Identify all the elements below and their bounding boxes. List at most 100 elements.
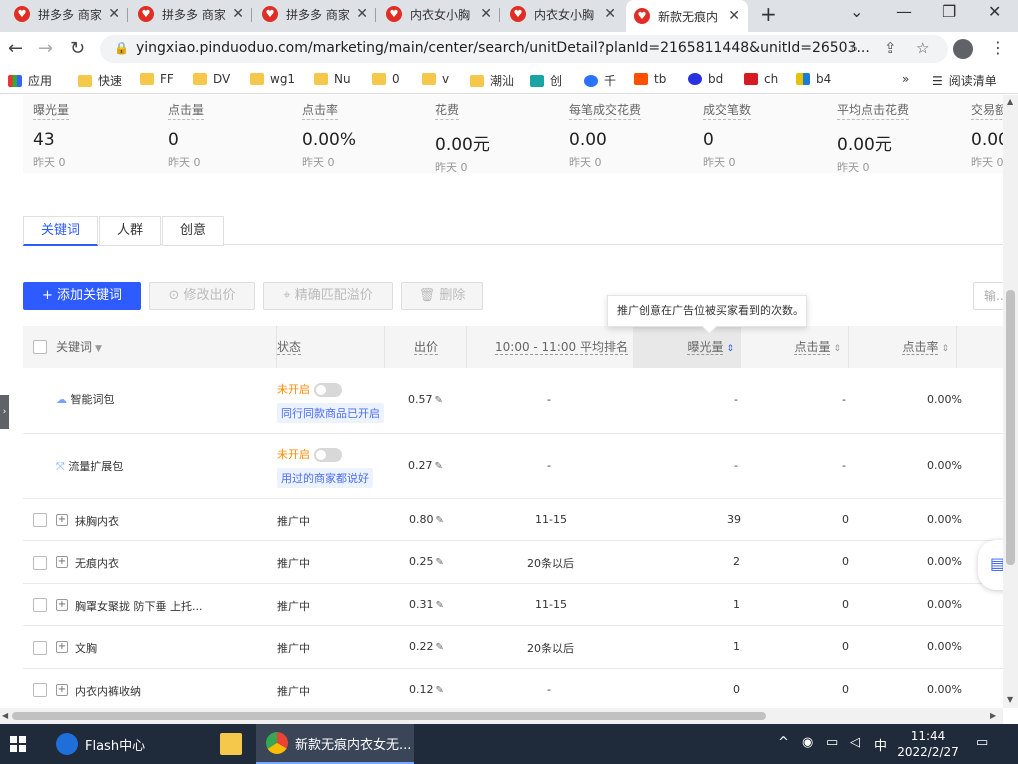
reading-list[interactable]: ☰ 阅读清单 bbox=[932, 72, 997, 89]
lock-icon[interactable]: 🔒 bbox=[114, 41, 129, 55]
browser-tab[interactable]: ♥ 内衣女小胸 ✕ bbox=[378, 0, 500, 28]
browser-tab[interactable]: ♥ 拼多多 商家 ✕ bbox=[130, 0, 252, 28]
bookmark-link[interactable]: 千 bbox=[584, 72, 616, 89]
export-button[interactable]: 输... bbox=[973, 282, 1003, 310]
bid-cell[interactable]: 0.25 ✎ bbox=[409, 555, 444, 568]
close-tab-icon[interactable]: ✕ bbox=[480, 6, 492, 22]
row-checkbox[interactable] bbox=[33, 641, 47, 655]
delete-button[interactable]: 🗑 删除 bbox=[401, 282, 483, 310]
taskbar-flash-center[interactable]: Flash中心 bbox=[48, 724, 208, 764]
edit-icon[interactable]: ✎ bbox=[436, 557, 444, 568]
tray-app-icon[interactable]: ◉ bbox=[802, 735, 813, 750]
bid-cell[interactable]: 0.57 ✎ bbox=[408, 393, 443, 406]
bookmark-link[interactable]: b4 bbox=[796, 72, 831, 86]
edit-icon[interactable]: ✎ bbox=[436, 515, 444, 526]
bookmark-folder[interactable]: 潮汕 bbox=[470, 72, 514, 89]
tab-keywords[interactable]: 关键词 bbox=[23, 216, 99, 246]
bid-cell[interactable]: 0.80 ✎ bbox=[409, 513, 444, 526]
ime-indicator[interactable]: 中 bbox=[874, 735, 887, 754]
enable-toggle[interactable] bbox=[314, 448, 342, 462]
notification-icon[interactable]: ▭ bbox=[976, 735, 988, 750]
browser-tab[interactable]: ♥ 拼多多 商家 ✕ bbox=[6, 0, 128, 28]
close-window-icon[interactable]: ✕ bbox=[988, 2, 1001, 21]
forward-icon[interactable]: → bbox=[38, 38, 53, 59]
taskbar-file-explorer[interactable] bbox=[210, 724, 252, 764]
restore-icon[interactable]: ❐ bbox=[942, 2, 956, 21]
close-tab-icon[interactable]: ✕ bbox=[728, 8, 740, 24]
tray-overflow-icon[interactable]: ^ bbox=[778, 735, 789, 750]
vertical-scrollbar[interactable]: ▲ ▼ bbox=[1003, 95, 1018, 708]
edit-icon[interactable]: ✎ bbox=[436, 642, 444, 653]
modify-bid-button[interactable]: ⊙ 修改出价 bbox=[149, 282, 255, 310]
scroll-up-icon[interactable]: ▲ bbox=[1007, 97, 1013, 106]
expand-row-icon[interactable]: + bbox=[56, 641, 68, 653]
minimize-icon[interactable]: — bbox=[896, 2, 912, 21]
expand-row-icon[interactable]: + bbox=[56, 514, 68, 526]
close-tab-icon[interactable]: ✕ bbox=[356, 6, 368, 22]
col-keyword[interactable]: 关键词 ▼ bbox=[56, 326, 102, 368]
horizontal-scrollbar[interactable]: ◀ ▶ bbox=[0, 708, 1003, 724]
sort-icon[interactable]: ⇕ bbox=[941, 344, 949, 354]
bookmark-folder[interactable]: wg1 bbox=[250, 72, 295, 86]
bookmark-link[interactable]: bd bbox=[688, 72, 723, 86]
url-text[interactable]: yingxiao.pinduoduo.com/marketing/main/ce… bbox=[136, 40, 870, 56]
profile-avatar-icon[interactable] bbox=[953, 39, 973, 59]
zoom-search-icon[interactable]: ⌕ bbox=[850, 39, 858, 57]
bookmark-apps[interactable]: 应用 bbox=[8, 72, 52, 89]
browser-tab[interactable]: ♥ 内衣女小胸 ✕ bbox=[502, 0, 624, 28]
close-tab-icon[interactable]: ✕ bbox=[604, 6, 616, 22]
side-panel-expand-icon[interactable]: › bbox=[0, 395, 9, 429]
bookmark-link[interactable]: ch bbox=[744, 72, 778, 86]
tab-search-chevron-icon[interactable]: ⌄ bbox=[850, 2, 863, 21]
sort-icon[interactable]: ⇕ bbox=[833, 344, 841, 354]
edit-icon[interactable]: ✎ bbox=[436, 685, 444, 696]
row-checkbox[interactable] bbox=[33, 513, 47, 527]
row-checkbox[interactable] bbox=[33, 598, 47, 612]
vertical-scroll-thumb[interactable] bbox=[1006, 290, 1015, 565]
windows-start-icon[interactable] bbox=[10, 736, 26, 752]
col-impressions[interactable]: 曝光量 ⇕ bbox=[633, 326, 740, 368]
tab-audience[interactable]: 人群 bbox=[99, 216, 162, 246]
row-checkbox[interactable] bbox=[33, 556, 47, 570]
bookmark-folder[interactable]: v bbox=[422, 72, 449, 86]
volume-icon[interactable]: ◁ bbox=[850, 735, 860, 750]
edit-icon[interactable]: ✎ bbox=[435, 461, 443, 472]
horizontal-scroll-thumb[interactable] bbox=[12, 712, 766, 720]
bookmark-folder[interactable]: 0 bbox=[372, 72, 400, 86]
bookmark-link[interactable]: tb bbox=[634, 72, 666, 86]
browser-tab[interactable]: ♥ 拼多多 商家 ✕ bbox=[254, 0, 376, 28]
bid-cell[interactable]: 0.22 ✎ bbox=[409, 640, 444, 653]
expand-row-icon[interactable]: + bbox=[56, 599, 68, 611]
bookmark-folder[interactable]: FF bbox=[140, 72, 174, 86]
edit-icon[interactable]: ✎ bbox=[436, 600, 444, 611]
close-tab-icon[interactable]: ✕ bbox=[108, 6, 120, 22]
network-icon[interactable]: ▭ bbox=[826, 735, 838, 750]
browser-menu-icon[interactable]: ⋮ bbox=[990, 38, 1006, 57]
scroll-right-icon[interactable]: ▶ bbox=[990, 711, 996, 720]
select-all-checkbox[interactable] bbox=[33, 340, 47, 354]
scroll-down-icon[interactable]: ▼ bbox=[1007, 695, 1013, 704]
bookmark-star-icon[interactable]: ☆ bbox=[916, 39, 929, 57]
exact-match-premium-button[interactable]: ⌖ 精确匹配溢价 bbox=[263, 282, 393, 310]
taskbar-chrome-window[interactable]: 新款无痕内衣女无... bbox=[256, 724, 414, 764]
scroll-left-icon[interactable]: ◀ bbox=[2, 711, 8, 720]
bookmark-link[interactable]: 创 bbox=[530, 72, 562, 89]
edit-icon[interactable]: ✎ bbox=[435, 395, 443, 406]
enable-toggle[interactable] bbox=[314, 383, 342, 397]
bookmark-folder[interactable]: 快速 bbox=[78, 72, 122, 89]
expand-row-icon[interactable]: + bbox=[56, 684, 68, 696]
col-clicks[interactable]: 点击量 ⇕ bbox=[741, 326, 847, 368]
back-icon[interactable]: ← bbox=[8, 38, 23, 59]
row-checkbox[interactable] bbox=[33, 683, 47, 697]
more-bookmarks-icon[interactable]: » bbox=[902, 72, 909, 86]
bookmark-folder[interactable]: Nu bbox=[314, 72, 351, 86]
share-icon[interactable]: ⇪ bbox=[884, 39, 897, 57]
address-bar[interactable]: 🔒 yingxiao.pinduoduo.com/marketing/main/… bbox=[100, 35, 948, 63]
col-ctr[interactable]: 点击率 ⇕ bbox=[849, 326, 955, 368]
bid-cell[interactable]: 0.12 ✎ bbox=[409, 683, 444, 696]
add-keyword-button[interactable]: + 添加关键词 bbox=[23, 282, 141, 310]
tab-creative[interactable]: 创意 bbox=[162, 216, 225, 246]
new-tab-icon[interactable]: + bbox=[760, 2, 777, 26]
filter-icon[interactable]: ▼ bbox=[95, 344, 102, 354]
browser-tab-active[interactable]: ♥ 新款无痕内 ✕ bbox=[626, 0, 748, 32]
